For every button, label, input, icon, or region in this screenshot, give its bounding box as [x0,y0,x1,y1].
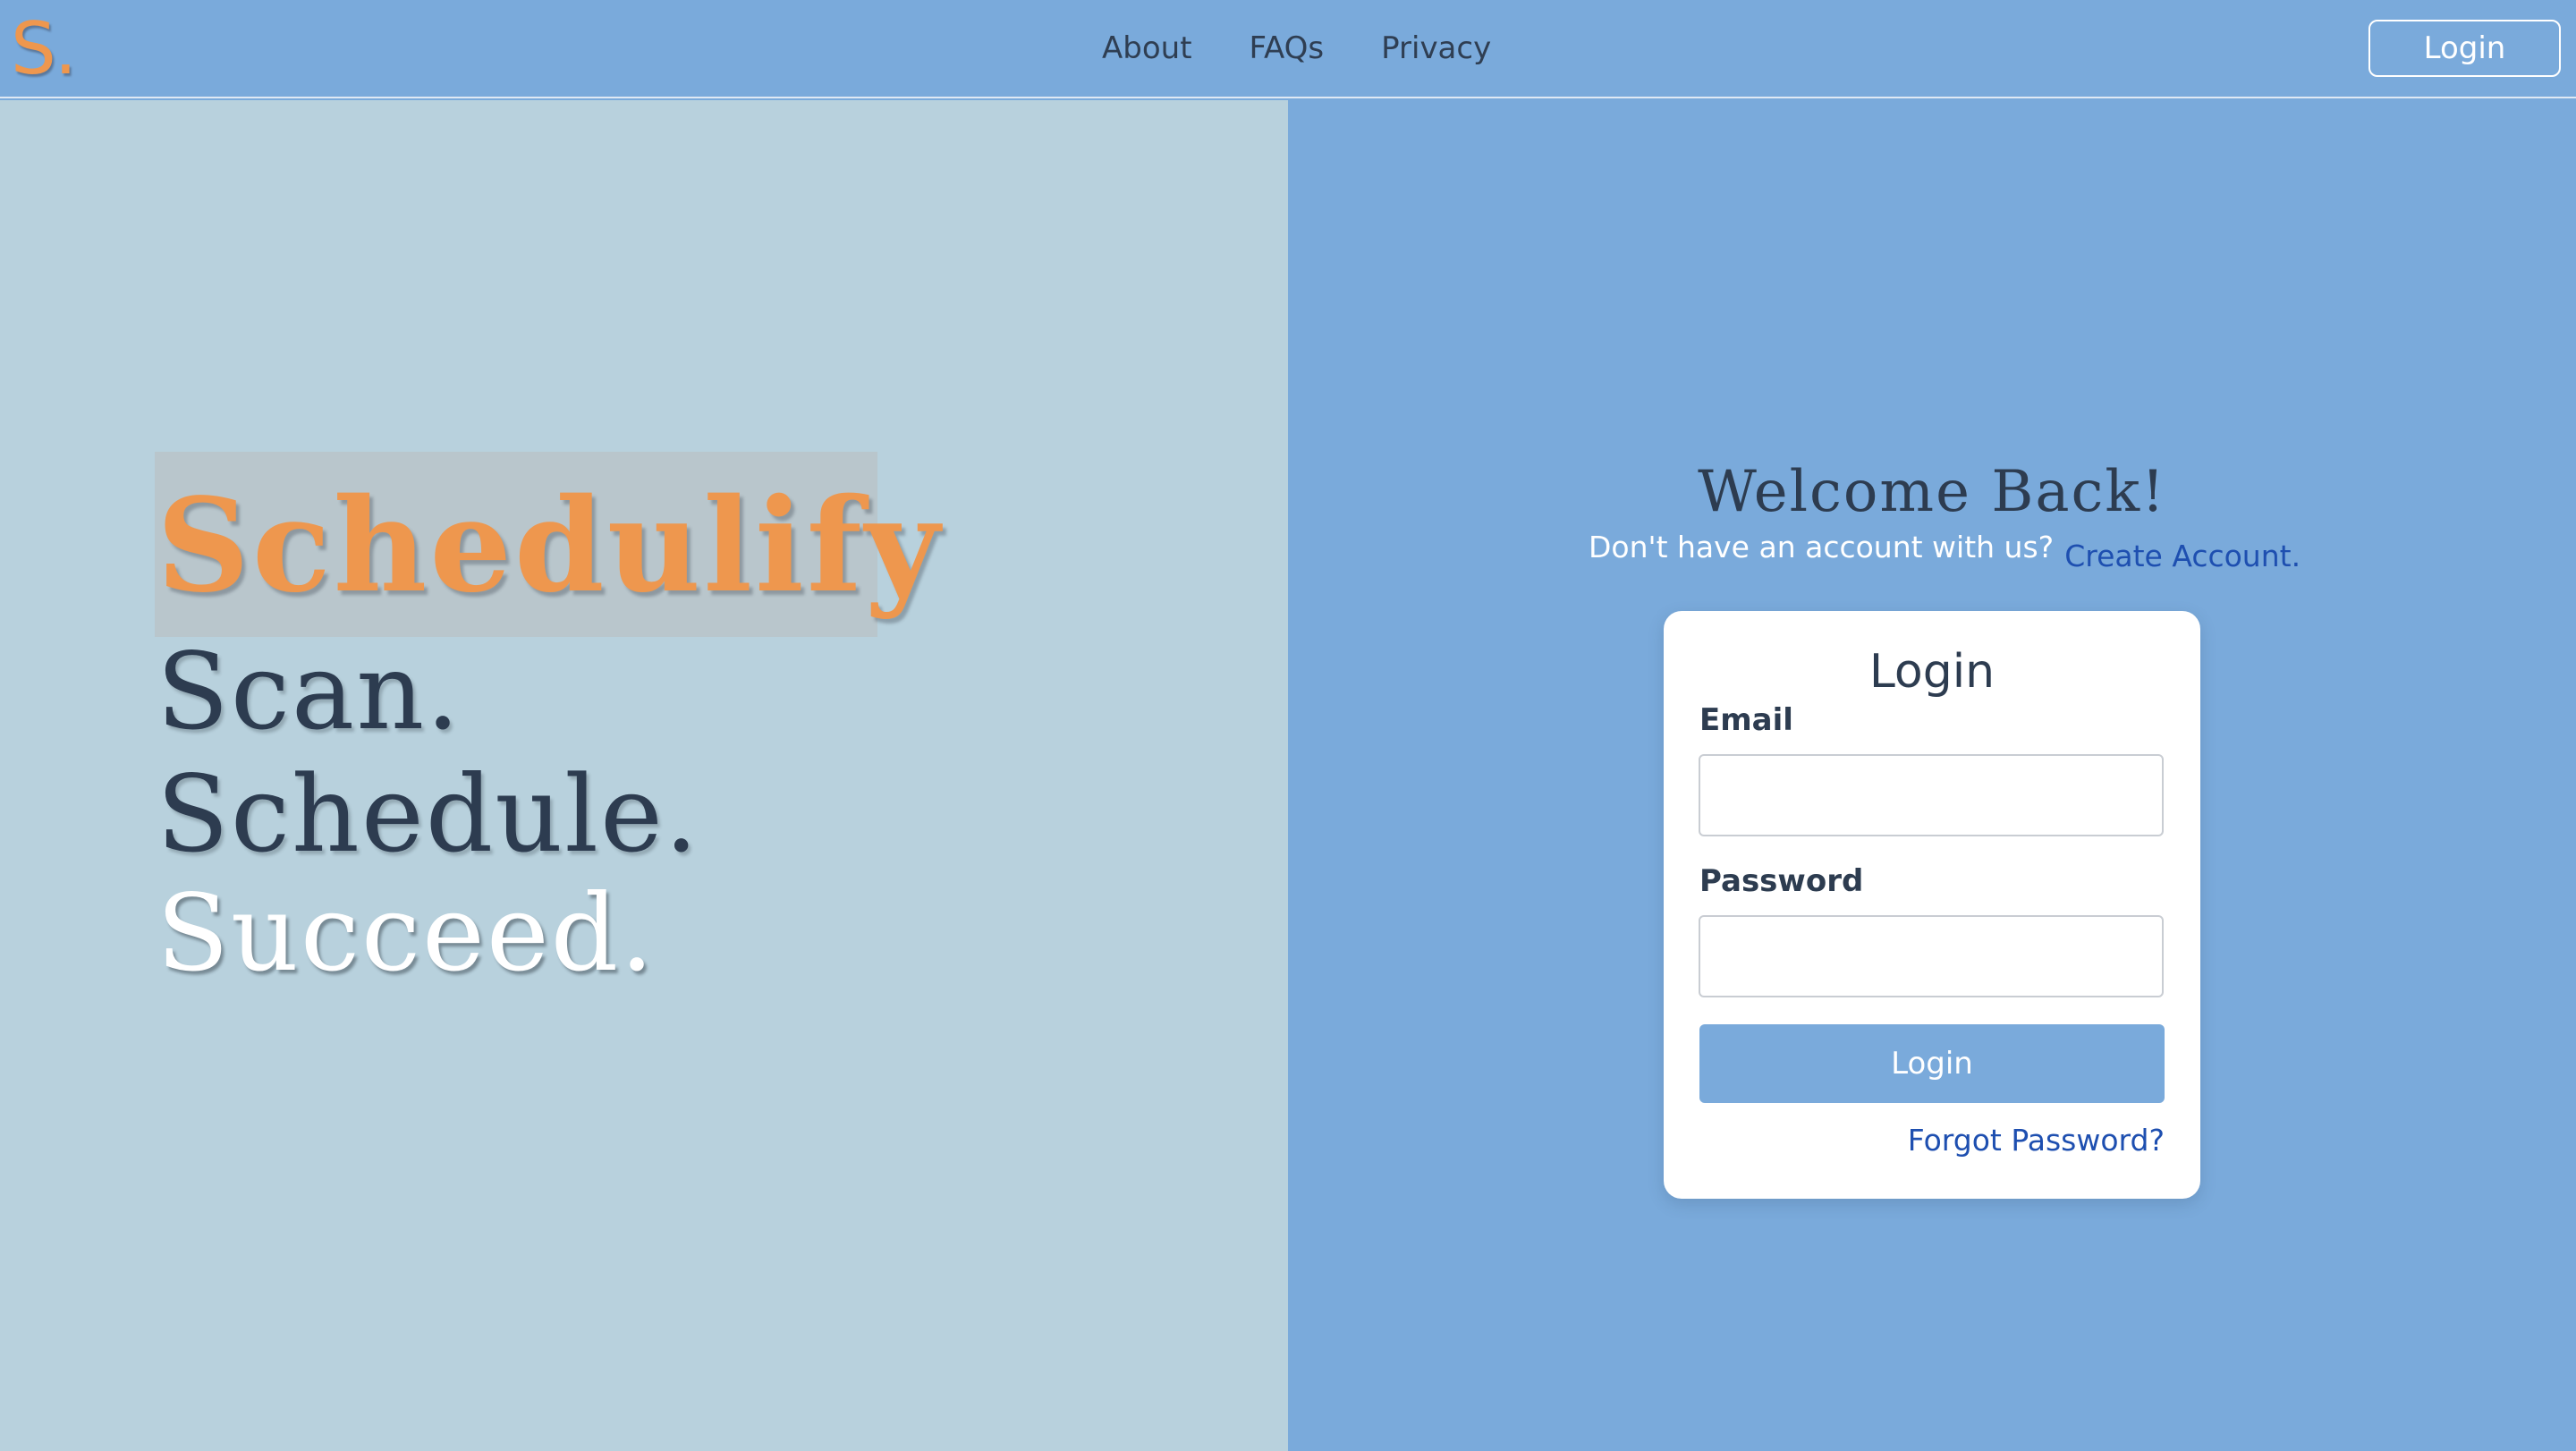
nav-link-faqs[interactable]: FAQs [1250,29,1325,68]
nav-links: About FAQs Privacy [1102,29,1548,68]
login-submit-button[interactable]: Login [1699,1024,2165,1103]
create-account-link[interactable]: Create Account. [2064,539,2301,573]
logo[interactable]: S. [11,9,77,89]
tagline-schedule: Schedule. [157,752,700,876]
tagline-scan: Scan. [157,630,462,753]
password-label: Password [1699,863,1864,899]
login-card-title: Login [1868,645,1996,699]
nav-link-privacy[interactable]: Privacy [1381,29,1491,68]
signup-text: Don't have an account with us? [1589,530,2055,564]
email-label: Email [1699,702,1793,738]
top-navbar: S. About FAQs Privacy Login [0,0,2576,98]
nav-link-about[interactable]: About [1102,29,1192,68]
forgot-password-link[interactable]: Forgot Password? [1908,1123,2165,1158]
login-card: Login Email Password Login Forgot Passwo… [1664,611,2200,1199]
email-field[interactable] [1699,754,2164,836]
welcome-heading: Welcome Back! [1698,459,2166,525]
signup-prompt: Don't have an account with us? Create Ac… [1589,530,2301,573]
nav-login-button[interactable]: Login [2368,20,2561,77]
tagline-succeed: Succeed. [157,871,656,995]
password-field[interactable] [1699,915,2164,997]
brand-title: Schedulify [157,470,943,621]
